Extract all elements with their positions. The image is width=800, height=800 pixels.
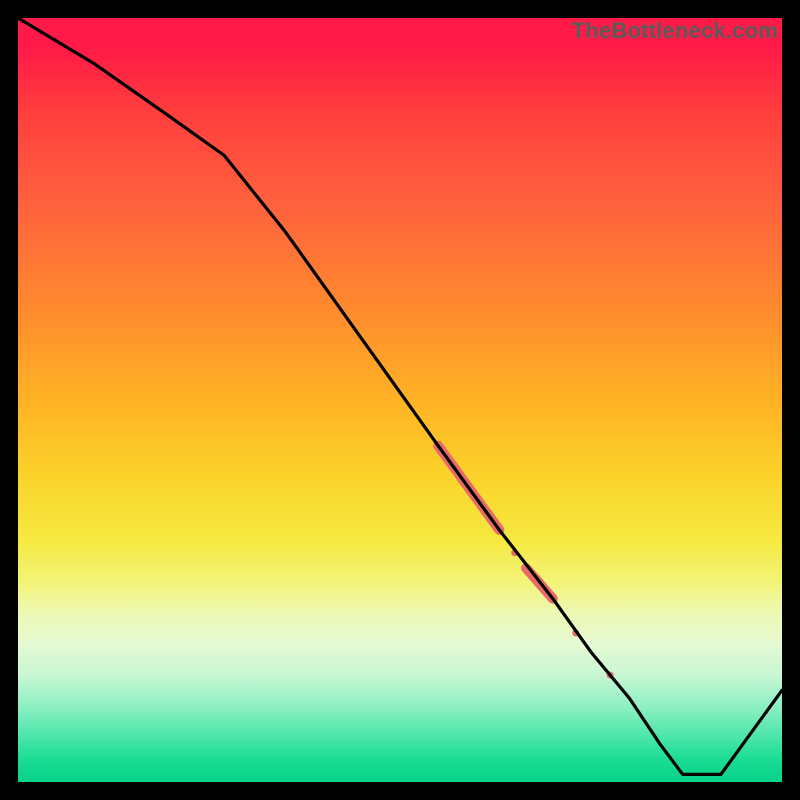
chart-svg bbox=[18, 18, 782, 782]
chart-container: TheBottleneck.com bbox=[0, 0, 800, 800]
plot-area: TheBottleneck.com bbox=[18, 18, 782, 782]
bottleneck-curve bbox=[18, 18, 782, 774]
